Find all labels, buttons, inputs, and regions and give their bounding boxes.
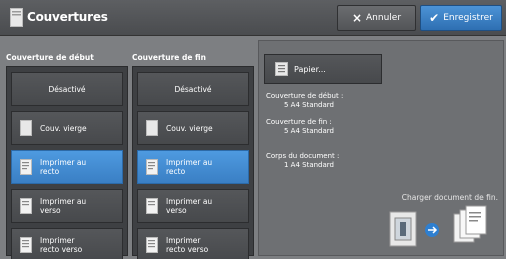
end-cover-info: Couverture de fin : 5 A4 Standard [266,118,334,135]
cancel-button[interactable]: × Annuler [337,5,416,31]
start-option-print-back[interactable]: Imprimer au verso [11,189,123,223]
end-cover-info-label: Couverture de fin : [266,118,332,126]
save-label: Enregistrer [443,13,493,23]
blank-page-icon [20,120,32,136]
end-option-print-front[interactable]: Imprimer au recto [137,150,249,184]
paper-list-icon [275,62,288,76]
paper-label: Papier... [294,64,326,74]
end-option-print-back[interactable]: Imprimer au verso [137,189,249,223]
start-option-off[interactable]: Désactivé [11,72,123,106]
blank-page-icon [146,120,158,136]
end-cover-heading: Couverture de fin [132,53,206,62]
end-option-off[interactable]: Désactivé [137,72,249,106]
end-option-print-both[interactable]: Imprimer recto verso [137,228,249,259]
option-label: Couv. vierge [166,123,213,133]
close-icon: × [351,11,363,25]
start-cover-info-value: 5 A4 Standard [284,100,334,109]
load-document-illustration-icon [389,205,487,247]
start-cover-options: Désactivé Couv. vierge Imprimer au recto… [6,66,128,259]
end-cover-info-value: 5 A4 Standard [284,126,334,135]
end-cover-options: Désactivé Couv. vierge Imprimer au recto… [132,66,254,259]
paper-button[interactable]: Papier... [264,54,382,84]
printed-page-icon [146,159,158,175]
page-title: Couvertures [27,10,108,24]
save-button[interactable]: ✔ Enregistrer [420,5,502,31]
body-info-value: 1 A4 Standard [284,160,334,169]
document-icon [10,8,23,27]
start-option-print-front[interactable]: Imprimer au recto [11,150,123,184]
option-label: Couv. vierge [40,123,87,133]
printed-page-icon [146,198,158,214]
end-option-blank[interactable]: Couv. vierge [137,111,249,145]
check-icon: ✔ [429,11,440,25]
start-cover-info: Couverture de début : 5 A4 Standard [266,92,343,109]
cancel-label: Annuler [366,13,402,23]
option-label: Imprimer au recto [166,158,213,176]
start-option-blank[interactable]: Couv. vierge [11,111,123,145]
option-label: Imprimer recto verso [166,236,209,254]
body-info-label: Corps du document : [266,152,340,160]
start-option-print-both[interactable]: Imprimer recto verso [11,228,123,259]
start-cover-info-label: Couverture de début : [266,92,344,100]
load-document-text: Charger document de fin. [401,193,498,202]
printed-page-icon [20,237,32,253]
option-label: Désactivé [174,84,212,94]
option-label: Imprimer recto verso [40,236,83,254]
printed-page-icon [20,198,32,214]
printed-page-icon [146,237,158,253]
printed-page-icon [20,159,32,175]
option-label: Imprimer au verso [40,197,87,215]
title-bar: Couvertures × Annuler ✔ Enregistrer [0,0,506,36]
body-info: Corps du document : 1 A4 Standard [266,152,339,169]
option-label: Désactivé [48,84,86,94]
option-label: Imprimer au recto [40,158,87,176]
option-label: Imprimer au verso [166,197,213,215]
start-cover-heading: Couverture de début [6,53,94,62]
